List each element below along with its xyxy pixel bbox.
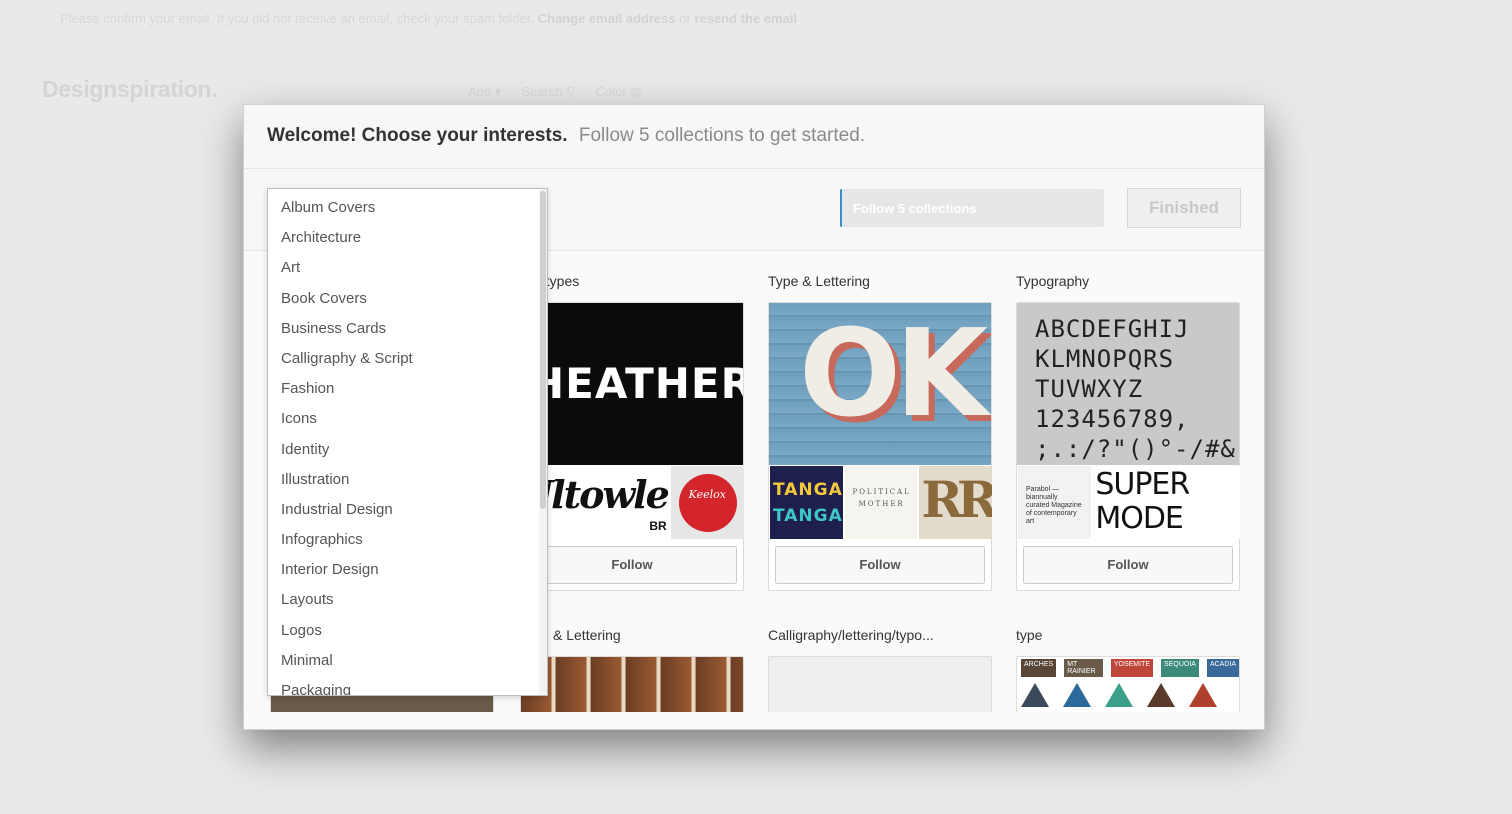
collection-hero-image[interactable]: OK xyxy=(769,303,991,465)
badge: MT RAINIER xyxy=(1064,659,1103,677)
hero-ok-text: OK xyxy=(799,305,988,444)
email-confirm-notice: Please confirm your email. If you did no… xyxy=(60,11,798,26)
mountain-icon xyxy=(1147,683,1175,707)
collection-title: Type & Lettering xyxy=(768,273,870,289)
category-option[interactable]: Industrial Design xyxy=(268,495,547,525)
category-option[interactable]: Architecture xyxy=(268,223,547,253)
badge: ACADIA xyxy=(1206,659,1239,677)
follow-button[interactable]: Follow xyxy=(775,546,985,584)
category-option[interactable]: Book Covers xyxy=(268,284,547,314)
category-option[interactable]: Logos xyxy=(268,616,547,646)
nav-color[interactable]: Color ◍ xyxy=(596,84,642,100)
collection-card-partial[interactable] xyxy=(520,656,744,712)
dropdown-scroll-thumb[interactable] xyxy=(540,191,546,509)
collection-title: type xyxy=(1016,627,1043,643)
badge: ARCHES xyxy=(1021,659,1057,677)
progress-fill xyxy=(840,189,842,227)
nav-add[interactable]: Add ▾ xyxy=(468,84,501,100)
collection-title: Typography xyxy=(1016,273,1090,289)
finished-button[interactable]: Finished xyxy=(1127,188,1241,228)
modal-header: Welcome! Choose your interests. Follow 5… xyxy=(244,105,1264,169)
thumb-image[interactable]: POLITICAL MOTHER xyxy=(844,466,918,539)
collection-hero-image[interactable]: HEATHER xyxy=(521,303,743,465)
hero-heather-text: HEATHER xyxy=(529,359,743,408)
collection-card-partial[interactable]: ARCHES MT RAINIER YOSEMITE SEQUOIA ACADI… xyxy=(1016,656,1240,712)
category-option[interactable]: Minimal xyxy=(268,646,547,676)
top-nav: Add ▾ Search ⚲ Color ◍ xyxy=(468,84,642,100)
follow-progress-bar: Follow 5 collections xyxy=(840,189,1104,227)
collection-card: HEATHER Ultowle BR Keelox Follow xyxy=(520,302,744,591)
modal-title: Welcome! Choose your interests. xyxy=(267,125,568,146)
thumb-image[interactable]: Parabol — biannually curated Magazine of… xyxy=(1018,466,1092,539)
change-email-link[interactable]: Change email address xyxy=(538,11,676,26)
badge: SEQUOIA xyxy=(1161,659,1199,677)
category-dropdown-list[interactable]: Album Covers Architecture Art Book Covers Bu… xyxy=(267,188,548,696)
category-option[interactable]: Icons xyxy=(268,404,547,434)
nav-search[interactable]: Search ⚲ xyxy=(521,84,575,100)
thumb-image[interactable]: TANGA TANGA xyxy=(770,466,843,539)
collection-hero-image[interactable]: ABCDEFGHIJ KLMNOPQRS TUVWXYZ 123456789, … xyxy=(1017,303,1239,465)
mountain-icon xyxy=(1105,683,1133,707)
collection-thumbs: Parabol — biannually curated Magazine of… xyxy=(1018,466,1240,539)
category-option[interactable]: Illustration xyxy=(268,465,547,495)
category-option[interactable]: Infographics xyxy=(268,525,547,555)
collection-thumbs: TANGA TANGA POLITICAL MOTHER RR xyxy=(770,466,993,539)
site-logo[interactable]: Designspiration. xyxy=(42,76,218,103)
category-option[interactable]: Business Cards xyxy=(268,314,547,344)
mountain-icon xyxy=(1189,683,1217,707)
category-option[interactable]: Album Covers xyxy=(268,193,547,223)
category-option[interactable]: Fashion xyxy=(268,374,547,404)
badge: YOSEMITE xyxy=(1110,659,1154,677)
thumb-image[interactable]: RR xyxy=(919,466,993,539)
thumb-image[interactable]: SUPER MODE xyxy=(1093,466,1240,539)
mountain-icon xyxy=(1021,683,1049,707)
category-option[interactable]: Art xyxy=(268,253,547,283)
resend-email-link[interactable]: resend the email xyxy=(694,11,797,26)
category-option[interactable]: Packaging xyxy=(268,676,547,695)
modal-subtitle: Follow 5 collections to get started. xyxy=(578,125,866,146)
thumb-image[interactable]: Keelox xyxy=(670,466,744,539)
collection-card-partial[interactable] xyxy=(768,656,992,712)
category-option[interactable]: Identity xyxy=(268,435,547,465)
collection-card: ABCDEFGHIJ KLMNOPQRS TUVWXYZ 123456789, … xyxy=(1016,302,1240,591)
dropdown-scrollbar[interactable] xyxy=(539,189,547,695)
mountain-icon xyxy=(1063,683,1091,707)
progress-label: Follow 5 collections xyxy=(853,201,977,216)
follow-button[interactable]: Follow xyxy=(1023,546,1233,584)
collection-title: & Lettering xyxy=(553,627,621,643)
category-option[interactable]: Calligraphy & Script xyxy=(268,344,547,374)
category-option[interactable]: Interior Design xyxy=(268,555,547,585)
category-option[interactable]: Layouts xyxy=(268,585,547,615)
follow-button[interactable]: Follow xyxy=(527,546,737,584)
collection-thumbs: Ultowle BR Keelox xyxy=(522,466,744,539)
collection-card: OK TANGA TANGA POLITICAL MOTHER RR Follo… xyxy=(768,302,993,591)
collection-title: Calligraphy/lettering/typo... xyxy=(768,627,934,643)
category-options: Album Covers Architecture Art Book Covers Bu… xyxy=(268,189,547,695)
